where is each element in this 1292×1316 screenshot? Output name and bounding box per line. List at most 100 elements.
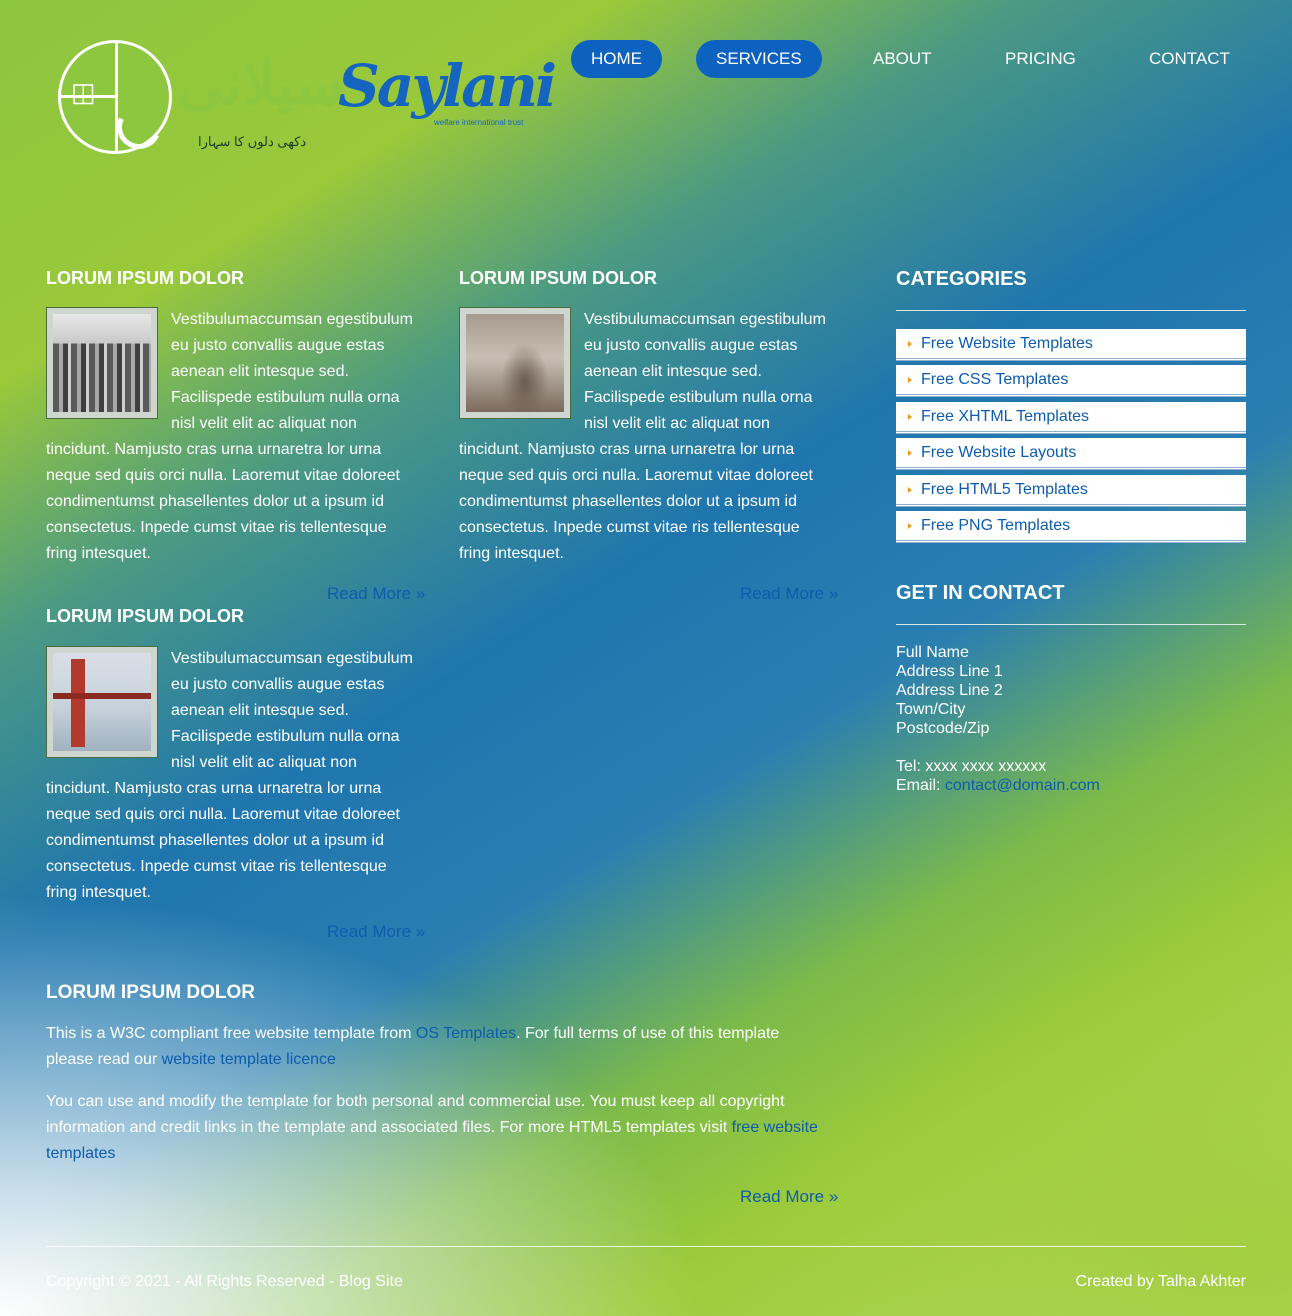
credits-text: Created by Talha Akhter [1075, 1273, 1246, 1290]
article-text: Vestibulumaccumsan egestibulum eu justo … [171, 307, 413, 437]
article-title: LORUM IPSUM DOLOR [46, 268, 244, 288]
email-link[interactable]: contact@domain.com [945, 777, 1100, 794]
contact-name: Full Name [896, 644, 969, 661]
arrow-bullet-icon [908, 414, 912, 420]
article-title: LORUM IPSUM DOLOR [46, 606, 244, 626]
article-line: condimentumst phasellentes dolor ut a ip… [46, 832, 384, 849]
nav-home[interactable]: HOME [571, 40, 662, 78]
contact-postcode: Postcode/Zip [896, 720, 990, 737]
article-image [46, 646, 158, 758]
contact-tel: Tel: xxxx xxxx xxxxxx [896, 758, 1047, 775]
arrow-bullet-icon [908, 341, 912, 347]
article-line: tincidunt. Namjusto cras urna urnaretra … [459, 441, 795, 458]
article-line: tincidunt. Namjusto cras urna urnaretra … [46, 780, 382, 797]
article-text: tincidunt. Namjusto cras urna urnaretra … [46, 437, 400, 567]
article-text: tincidunt. Namjusto cras urna urnaretra … [459, 437, 813, 567]
intro-paragraph-1: This is a W3C compliant free website tem… [46, 1021, 846, 1073]
article-text: Vestibulumaccumsan egestibulum eu justo … [171, 646, 413, 776]
arrow-bullet-icon [908, 487, 912, 493]
article-line: aenean elit intesque sed. [171, 702, 349, 719]
category-item[interactable]: Free XHTML Templates [896, 402, 1246, 434]
contact-email-row: Email: contact@domain.com [896, 777, 1100, 795]
nav-about[interactable]: ABOUT [853, 40, 952, 78]
arrow-bullet-icon [908, 523, 912, 529]
article-text: tincidunt. Namjusto cras urna urnaretra … [46, 776, 400, 906]
article-line: aenean elit intesque sed. [584, 363, 762, 380]
free-website-templates-link[interactable]: free website [732, 1119, 818, 1136]
article-line: fring intesquet. [46, 884, 151, 901]
nav-contact[interactable]: CONTACT [1129, 40, 1250, 78]
read-more-link[interactable]: Read More » [327, 584, 425, 604]
article-line: nisl velit elit ac aliquat non [171, 415, 357, 432]
article-text: Vestibulumaccumsan egestibulum eu justo … [584, 307, 826, 437]
paris-photo-icon [466, 314, 564, 412]
bridge-photo-icon [53, 653, 151, 751]
article-line: eu justo convallis augue estas [171, 337, 385, 354]
article-line: neque sed quis orci nulla. Laoremut vita… [46, 806, 400, 823]
article-line: neque sed quis orci nulla. Laoremut vita… [459, 467, 813, 484]
article-line: condimentumst phasellentes dolor ut a ip… [46, 493, 384, 510]
article-line: Facilispede estibulum nulla orna [584, 389, 813, 406]
licence-link[interactable]: website template licence [162, 1051, 336, 1068]
category-item[interactable]: Free Website Templates [896, 329, 1246, 361]
intro-text: information and credit links in the temp… [46, 1119, 732, 1136]
contact-title: GET IN CONTACT [896, 582, 1065, 604]
city-photo-icon [53, 314, 151, 412]
nav-pricing[interactable]: PRICING [985, 40, 1096, 78]
logo-urdu-text: سیلانی [178, 50, 345, 118]
article-line: Vestibulumaccumsan egestibulum [171, 311, 413, 328]
article-line: nisl velit elit ac aliquat non [171, 754, 357, 771]
article-image [459, 307, 571, 419]
article-line: eu justo convallis augue estas [584, 337, 798, 354]
article-line: Vestibulumaccumsan egestibulum [584, 311, 826, 328]
article-line: nisl velit elit ac aliquat non [584, 415, 770, 432]
article-line: eu justo convallis augue estas [171, 676, 385, 693]
logo-subtitle: دکھی دلوں کا سہارا [198, 134, 307, 149]
copyright-text: Copyright © 2021 - All Rights Reserved -… [46, 1273, 403, 1290]
site-logo[interactable]: ◫ سیلانی Saylani welfare international t… [58, 38, 558, 160]
category-label[interactable]: Free XHTML Templates [921, 408, 1089, 426]
read-more-link[interactable]: Read More » [740, 584, 838, 604]
article-line: consectetus. Inpede cumst vitae ris tell… [46, 519, 387, 536]
category-label[interactable]: Free HTML5 Templates [921, 481, 1088, 499]
article-title: LORUM IPSUM DOLOR [459, 268, 657, 288]
os-templates-link[interactable]: OS Templates [416, 1025, 516, 1042]
intro-text: please read our [46, 1051, 162, 1068]
footer-divider [46, 1246, 1246, 1247]
contact-address-1: Address Line 1 [896, 663, 1003, 680]
categories-title: CATEGORIES [896, 268, 1027, 290]
email-label: Email: [896, 777, 945, 794]
category-item[interactable]: Free CSS Templates [896, 365, 1246, 397]
intro-text: . For full terms of use of this template [516, 1025, 780, 1042]
divider [896, 624, 1246, 625]
category-item[interactable]: Free PNG Templates [896, 511, 1246, 543]
category-item[interactable]: Free HTML5 Templates [896, 475, 1246, 507]
book-icon: ◫ [71, 77, 96, 107]
divider [896, 310, 1246, 311]
article-line: Vestibulumaccumsan egestibulum [171, 650, 413, 667]
nav-services[interactable]: SERVICES [696, 40, 822, 78]
logo-latin-text: Saylani [338, 52, 557, 120]
article-line: Facilispede estibulum nulla orna [171, 389, 400, 406]
article-line: neque sed quis orci nulla. Laoremut vita… [46, 467, 400, 484]
intro-text: You can use and modify the template for … [46, 1093, 785, 1110]
contact-address-2: Address Line 2 [896, 682, 1003, 699]
article-line: consectetus. Inpede cumst vitae ris tell… [46, 858, 387, 875]
free-website-templates-link[interactable]: templates [46, 1145, 115, 1162]
arrow-bullet-icon [908, 450, 912, 456]
category-label[interactable]: Free CSS Templates [921, 371, 1068, 389]
main-nav: HOME SERVICES ABOUT PRICING CONTACT [560, 40, 1260, 78]
arrow-bullet-icon [908, 377, 912, 383]
logo-tagline: welfare international trust [434, 118, 524, 127]
article-line: consectetus. Inpede cumst vitae ris tell… [459, 519, 800, 536]
intro-paragraph-2: You can use and modify the template for … [46, 1089, 846, 1167]
category-label[interactable]: Free PNG Templates [921, 517, 1070, 535]
category-item[interactable]: Free Website Layouts [896, 438, 1246, 470]
article-line: tincidunt. Namjusto cras urna urnaretra … [46, 441, 382, 458]
read-more-link[interactable]: Read More » [740, 1187, 838, 1207]
article-line: condimentumst phasellentes dolor ut a ip… [459, 493, 797, 510]
category-label[interactable]: Free Website Layouts [921, 444, 1076, 462]
read-more-link[interactable]: Read More » [327, 922, 425, 942]
logo-emblem: ◫ [58, 40, 172, 156]
category-label[interactable]: Free Website Templates [921, 335, 1093, 353]
